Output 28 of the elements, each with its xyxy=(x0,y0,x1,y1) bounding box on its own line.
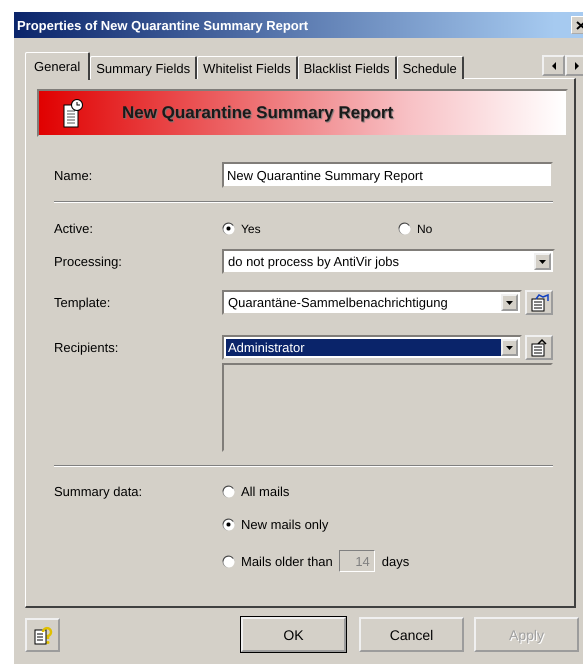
field-label: Summary data: xyxy=(54,484,144,499)
combo-value: do not process by AntiVir jobs xyxy=(227,253,400,270)
recipients-dropdown[interactable]: Administrator xyxy=(222,335,522,360)
unit-label: days xyxy=(382,554,410,568)
dialog-button[interactable]: OK xyxy=(241,617,346,652)
field-label: Active: xyxy=(54,221,94,236)
field-label: Template: xyxy=(54,295,112,310)
radio-label: Yes xyxy=(241,222,261,236)
field-label: Name: xyxy=(54,168,94,182)
tab[interactable]: Blacklist Fields xyxy=(298,56,397,79)
tab[interactable]: Summary Fields xyxy=(90,56,198,79)
field-label: Processing: xyxy=(54,254,123,269)
name-field[interactable]: New Quarantine Summary Report xyxy=(222,162,553,188)
combo-value: Quarantäne-Sammelbenachrichtigung xyxy=(227,294,449,311)
field-label: Recipients: xyxy=(54,340,120,355)
radio-label: Mails older than xyxy=(241,554,333,568)
dialog-button[interactable]: Cancel xyxy=(359,617,464,652)
tab[interactable]: General xyxy=(25,52,90,80)
radio-label: New mails only xyxy=(241,517,328,532)
radio-label: No xyxy=(417,222,432,236)
combo-value: Administrator xyxy=(226,339,502,356)
radio-label: All mails xyxy=(241,484,290,499)
tab[interactable]: Whitelist Fields xyxy=(197,56,298,79)
window-title: Properties of New Quarantine Summary Report xyxy=(17,18,310,32)
processing-dropdown[interactable]: do not process by AntiVir jobs xyxy=(222,249,555,274)
banner-title: New Quarantine Summary Report xyxy=(122,103,394,123)
tab[interactable]: Schedule xyxy=(396,56,464,79)
template-dropdown[interactable]: Quarantäne-Sammelbenachrichtigung xyxy=(222,290,522,315)
